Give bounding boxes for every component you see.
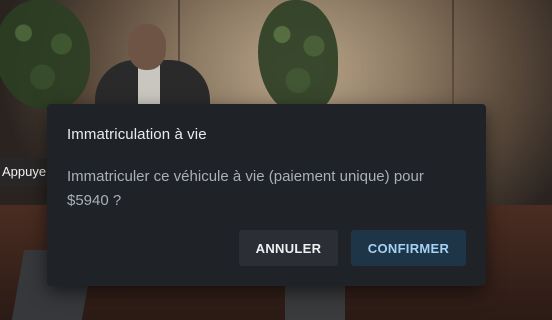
- confirm-dialog: Immatriculation à vie Immatriculer ce vé…: [47, 104, 486, 286]
- interaction-hint: Appuyer s: [0, 158, 61, 186]
- plant-center: [258, 0, 338, 115]
- dialog-message: Immatriculer ce véhicule à vie (paiement…: [67, 168, 424, 209]
- character-head: [128, 24, 166, 70]
- confirm-button[interactable]: CONFIRMER: [351, 230, 466, 266]
- pillar: [285, 285, 345, 320]
- plant-left: [0, 0, 90, 110]
- dialog-title: Immatriculation à vie: [67, 126, 207, 143]
- game-scene-background: Appuyer s Immatriculation à vie Immatric…: [0, 0, 552, 320]
- cancel-button[interactable]: ANNULER: [239, 230, 338, 266]
